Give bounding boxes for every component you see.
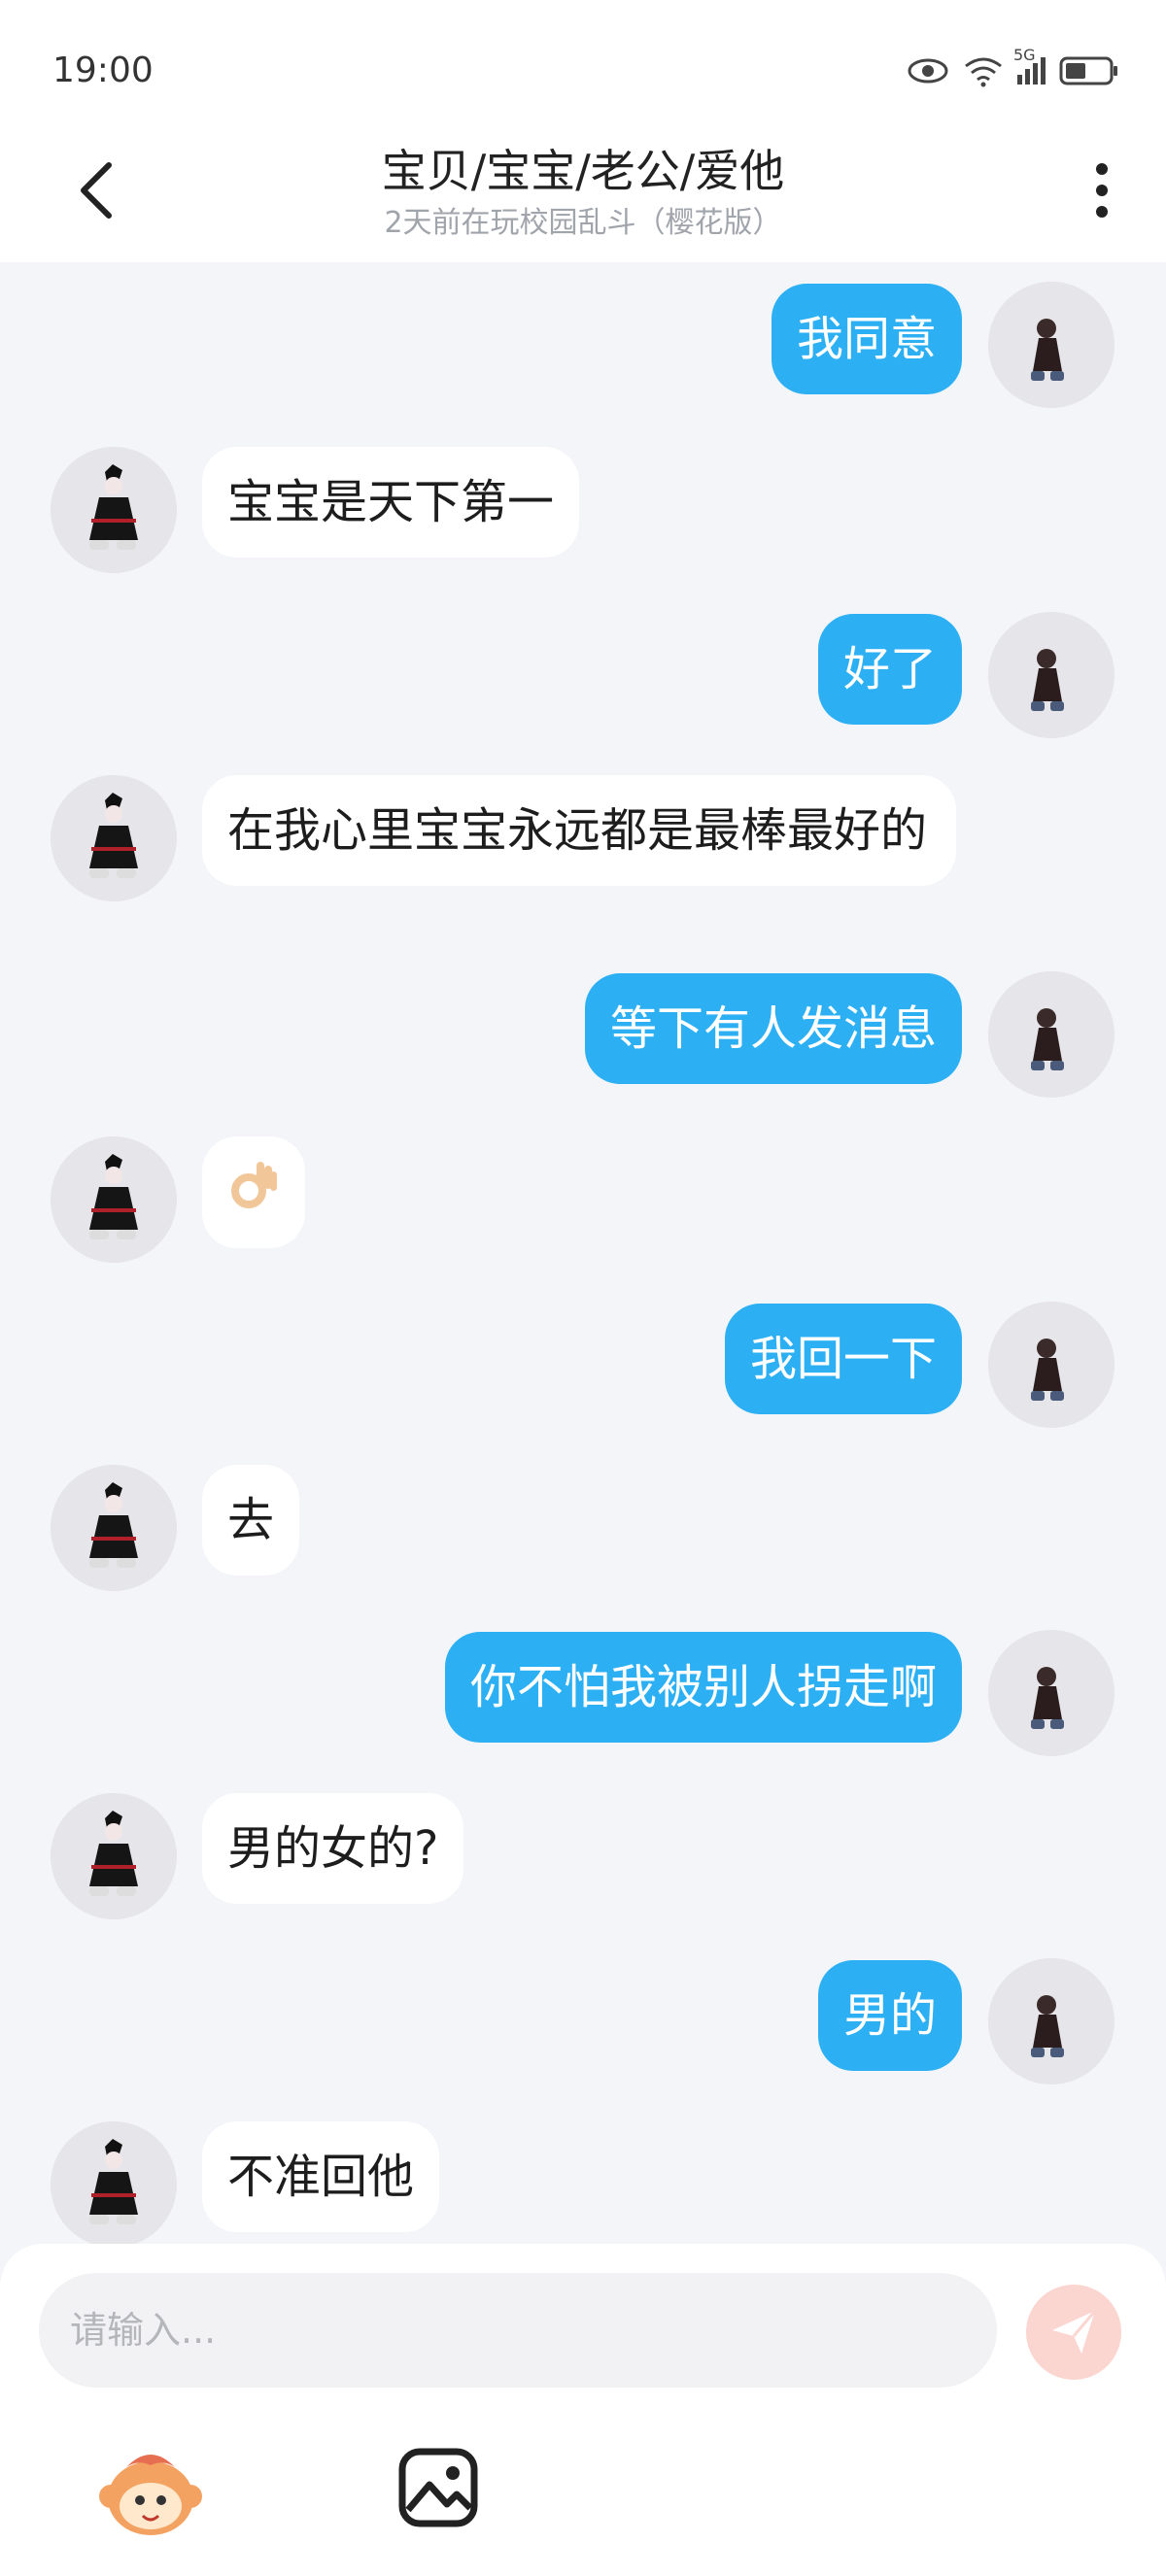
avatar-self[interactable]: [988, 1302, 1115, 1428]
status-time: 19:00: [52, 51, 154, 90]
avatar-figure-icon: [51, 1136, 177, 1263]
message-bubble-received[interactable]: 不准回他: [202, 2121, 440, 2232]
message-bubble-sent[interactable]: 等下有人发消息: [584, 973, 962, 1084]
avatar-contact[interactable]: [51, 1465, 177, 1591]
message-bubble-sent[interactable]: 男的: [817, 1960, 962, 2071]
message-bubble-received[interactable]: 去: [202, 1465, 300, 1576]
message-row: 等下有人发消息: [0, 971, 1166, 1107]
status-icons: 5G: [907, 46, 1119, 87]
image-button[interactable]: [396, 2446, 480, 2529]
avatar-self[interactable]: [988, 282, 1115, 408]
avatar-self[interactable]: [988, 971, 1115, 1098]
ok-hand-emoji: [231, 1162, 277, 1208]
chat-title: 宝贝/宝宝/老公/爱他: [381, 145, 785, 197]
avatar-self[interactable]: [988, 1630, 1115, 1756]
wifi-icon: [965, 57, 1002, 87]
avatar-contact[interactable]: [51, 2121, 177, 2244]
message-bubble-sent[interactable]: 你不怕我被别人拐走啊: [444, 1632, 962, 1743]
message-row: [0, 1136, 1166, 1272]
message-row: 我回一下: [0, 1302, 1166, 1438]
message-bubble-received[interactable]: 宝宝是天下第一: [202, 447, 580, 558]
avatar-figure-icon: [51, 2121, 177, 2244]
avatar-contact[interactable]: [51, 447, 177, 573]
avatar-contact[interactable]: [51, 775, 177, 901]
eye-icon: [908, 58, 948, 84]
message-list[interactable]: 我同意 宝宝是天下第一 好了 在我心里宝宝永远都是最棒最好的 等下有人发消息 我…: [0, 262, 1166, 2244]
message-row: 我同意: [0, 282, 1166, 418]
message-row: 男的: [0, 1958, 1166, 2094]
chat-subtitle: 2天前在玩校园乱斗（樱花版）: [384, 206, 782, 240]
avatar-figure-icon: [988, 612, 1115, 738]
avatar-figure-icon: [988, 282, 1115, 408]
battery-icon: [1059, 56, 1117, 85]
paper-plane-icon: [1052, 2310, 1097, 2354]
composer: [0, 2244, 1166, 2576]
mascot-sticker-icon: [99, 2455, 202, 2535]
message-bubble-sent[interactable]: 我同意: [771, 284, 962, 394]
avatar-figure-icon: [988, 1630, 1115, 1756]
more-options-button[interactable]: [1082, 155, 1121, 223]
message-row: 去: [0, 1465, 1166, 1601]
sticker-button[interactable]: [97, 2438, 204, 2545]
message-bubble-sent[interactable]: 好了: [817, 614, 962, 725]
network-label: 5G: [1013, 46, 1036, 64]
message-row: 不准回他: [0, 2121, 1166, 2244]
avatar-figure-icon: [51, 775, 177, 901]
avatar-self[interactable]: [988, 612, 1115, 738]
chat-header: 宝贝/宝宝/老公/爱他 2天前在玩校园乱斗（樱花版）: [0, 117, 1166, 262]
message-bubble-received[interactable]: 在我心里宝宝永远都是最棒最好的: [202, 775, 956, 886]
avatar-figure-icon: [988, 1302, 1115, 1428]
message-input[interactable]: [39, 2273, 997, 2388]
avatar-contact[interactable]: [51, 1793, 177, 1919]
message-row: 在我心里宝宝永远都是最棒最好的: [0, 775, 1166, 940]
message-bubble-received[interactable]: 男的女的?: [202, 1793, 464, 1904]
avatar-figure-icon: [51, 1465, 177, 1591]
send-button[interactable]: [1026, 2285, 1121, 2380]
message-bubble-sent[interactable]: 我回一下: [724, 1304, 962, 1414]
message-row: 好了: [0, 612, 1166, 748]
5g-signal-icon: 5G: [1013, 46, 1046, 85]
message-row: 男的女的?: [0, 1793, 1166, 1929]
avatar-figure-icon: [51, 447, 177, 573]
avatar-figure-icon: [988, 1958, 1115, 2085]
avatar-self[interactable]: [988, 1958, 1115, 2085]
avatar-figure-icon: [988, 971, 1115, 1098]
avatar-contact[interactable]: [51, 1136, 177, 1263]
message-row: 宝宝是天下第一: [0, 447, 1166, 583]
message-bubble-received[interactable]: [202, 1136, 305, 1248]
more-vertical-icon: [1096, 163, 1108, 218]
image-icon: [398, 2448, 478, 2527]
message-row: 你不怕我被别人拐走啊: [0, 1630, 1166, 1766]
avatar-figure-icon: [51, 1793, 177, 1919]
